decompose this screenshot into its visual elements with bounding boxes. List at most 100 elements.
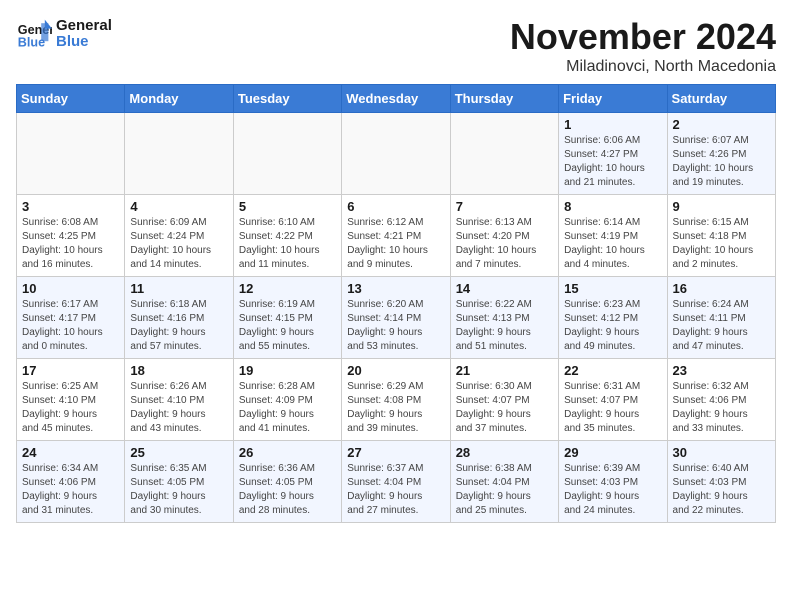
weekday-header-wednesday: Wednesday [342, 85, 450, 113]
day-info: Sunrise: 6:06 AM Sunset: 4:27 PM Dayligh… [564, 134, 661, 190]
calendar-cell: 16Sunrise: 6:24 AM Sunset: 4:11 PM Dayli… [667, 277, 775, 359]
day-info: Sunrise: 6:25 AM Sunset: 4:10 PM Dayligh… [22, 380, 119, 436]
logo-line1: General [56, 18, 112, 35]
day-info: Sunrise: 6:32 AM Sunset: 4:06 PM Dayligh… [673, 380, 770, 436]
calendar-cell: 2Sunrise: 6:07 AM Sunset: 4:26 PM Daylig… [667, 113, 775, 195]
month-title: November 2024 [510, 16, 776, 58]
day-number: 26 [239, 445, 336, 460]
calendar-cell: 8 Sunrise: 6:14 AM Sunset: 4:19 PM Daylig… [559, 195, 667, 277]
day-number: 11 [130, 281, 227, 296]
weekday-header-monday: Monday [125, 85, 233, 113]
calendar-cell: 10 Sunrise: 6:17 AM Sunset: 4:17 PM Dayli… [17, 277, 125, 359]
calendar-cell: 23 Sunrise: 6:32 AM Sunset: 4:06 PM Dayli… [667, 359, 775, 441]
day-info: Sunrise: 6:18 AM Sunset: 4:16 PM Dayligh… [130, 298, 227, 354]
location-title: Miladinovci, North Macedonia [510, 58, 776, 76]
day-number: 24 [22, 445, 119, 460]
day-info: Sunrise: 6:30 AM Sunset: 4:07 PM Dayligh… [456, 380, 553, 436]
day-number: 1 [564, 117, 661, 132]
day-number: 17 [22, 363, 119, 378]
calendar-cell: 11 Sunrise: 6:18 AM Sunset: 4:16 PM Dayli… [125, 277, 233, 359]
day-number: 22 [564, 363, 661, 378]
day-info: Sunrise: 6:28 AM Sunset: 4:09 PM Dayligh… [239, 380, 336, 436]
weekday-header-sunday: Sunday [17, 85, 125, 113]
day-info: Sunrise: 6:31 AM Sunset: 4:07 PM Dayligh… [564, 380, 661, 436]
day-info: Sunrise: 6:40 AM Sunset: 4:03 PM Dayligh… [673, 462, 770, 518]
weekday-header-saturday: Saturday [667, 85, 775, 113]
day-number: 15 [564, 281, 661, 296]
calendar-cell: 21 Sunrise: 6:30 AM Sunset: 4:07 PM Dayli… [450, 359, 558, 441]
day-number: 29 [564, 445, 661, 460]
week-row-3: 10 Sunrise: 6:17 AM Sunset: 4:17 PM Dayli… [17, 277, 776, 359]
day-number: 28 [456, 445, 553, 460]
day-info: Sunrise: 6:19 AM Sunset: 4:15 PM Dayligh… [239, 298, 336, 354]
calendar-cell: 1 Sunrise: 6:06 AM Sunset: 4:27 PM Daylig… [559, 113, 667, 195]
calendar-cell: 25Sunrise: 6:35 AM Sunset: 4:05 PM Dayli… [125, 441, 233, 523]
calendar-cell: 20Sunrise: 6:29 AM Sunset: 4:08 PM Dayli… [342, 359, 450, 441]
day-info: Sunrise: 6:08 AM Sunset: 4:25 PM Dayligh… [22, 216, 119, 272]
day-number: 23 [673, 363, 770, 378]
day-number: 14 [456, 281, 553, 296]
weekday-header-thursday: Thursday [450, 85, 558, 113]
calendar-cell: 19Sunrise: 6:28 AM Sunset: 4:09 PM Dayli… [233, 359, 341, 441]
day-number: 8 [564, 199, 661, 214]
calendar-cell: 15Sunrise: 6:23 AM Sunset: 4:12 PM Dayli… [559, 277, 667, 359]
logo-line2: Blue [56, 34, 112, 51]
day-info: Sunrise: 6:38 AM Sunset: 4:04 PM Dayligh… [456, 462, 553, 518]
day-number: 3 [22, 199, 119, 214]
day-info: Sunrise: 6:13 AM Sunset: 4:20 PM Dayligh… [456, 216, 553, 272]
day-number: 30 [673, 445, 770, 460]
weekday-header-tuesday: Tuesday [233, 85, 341, 113]
day-info: Sunrise: 6:39 AM Sunset: 4:03 PM Dayligh… [564, 462, 661, 518]
day-info: Sunrise: 6:12 AM Sunset: 4:21 PM Dayligh… [347, 216, 444, 272]
day-number: 18 [130, 363, 227, 378]
weekday-header-friday: Friday [559, 85, 667, 113]
calendar-cell [342, 113, 450, 195]
day-number: 12 [239, 281, 336, 296]
day-info: Sunrise: 6:29 AM Sunset: 4:08 PM Dayligh… [347, 380, 444, 436]
day-number: 9 [673, 199, 770, 214]
day-number: 7 [456, 199, 553, 214]
calendar-cell: 24Sunrise: 6:34 AM Sunset: 4:06 PM Dayli… [17, 441, 125, 523]
weekday-header-row: SundayMondayTuesdayWednesdayThursdayFrid… [17, 85, 776, 113]
day-info: Sunrise: 6:17 AM Sunset: 4:17 PM Dayligh… [22, 298, 119, 354]
calendar-cell: 4Sunrise: 6:09 AM Sunset: 4:24 PM Daylig… [125, 195, 233, 277]
day-info: Sunrise: 6:07 AM Sunset: 4:26 PM Dayligh… [673, 134, 770, 190]
calendar-cell: 5 Sunrise: 6:10 AM Sunset: 4:22 PM Daylig… [233, 195, 341, 277]
svg-text:Blue: Blue [18, 36, 45, 50]
calendar-table: SundayMondayTuesdayWednesdayThursdayFrid… [16, 84, 776, 523]
day-number: 21 [456, 363, 553, 378]
day-info: Sunrise: 6:14 AM Sunset: 4:19 PM Dayligh… [564, 216, 661, 272]
calendar-cell [125, 113, 233, 195]
calendar-cell: 3 Sunrise: 6:08 AM Sunset: 4:25 PM Daylig… [17, 195, 125, 277]
day-info: Sunrise: 6:22 AM Sunset: 4:13 PM Dayligh… [456, 298, 553, 354]
day-info: Sunrise: 6:09 AM Sunset: 4:24 PM Dayligh… [130, 216, 227, 272]
day-info: Sunrise: 6:35 AM Sunset: 4:05 PM Dayligh… [130, 462, 227, 518]
calendar-cell: 7 Sunrise: 6:13 AM Sunset: 4:20 PM Daylig… [450, 195, 558, 277]
calendar-cell: 22 Sunrise: 6:31 AM Sunset: 4:07 PM Dayli… [559, 359, 667, 441]
day-info: Sunrise: 6:15 AM Sunset: 4:18 PM Dayligh… [673, 216, 770, 272]
day-number: 13 [347, 281, 444, 296]
calendar-cell [17, 113, 125, 195]
week-row-2: 3 Sunrise: 6:08 AM Sunset: 4:25 PM Daylig… [17, 195, 776, 277]
calendar-cell: 13Sunrise: 6:20 AM Sunset: 4:14 PM Dayli… [342, 277, 450, 359]
calendar-cell [450, 113, 558, 195]
week-row-4: 17 Sunrise: 6:25 AM Sunset: 4:10 PM Dayli… [17, 359, 776, 441]
calendar-body: 1 Sunrise: 6:06 AM Sunset: 4:27 PM Daylig… [17, 113, 776, 523]
calendar-header: SundayMondayTuesdayWednesdayThursdayFrid… [17, 85, 776, 113]
day-number: 10 [22, 281, 119, 296]
title-area: November 2024 Miladinovci, North Macedon… [510, 16, 776, 76]
calendar-cell: 18 Sunrise: 6:26 AM Sunset: 4:10 PM Dayli… [125, 359, 233, 441]
day-number: 5 [239, 199, 336, 214]
day-info: Sunrise: 6:10 AM Sunset: 4:22 PM Dayligh… [239, 216, 336, 272]
day-number: 27 [347, 445, 444, 460]
day-info: Sunrise: 6:26 AM Sunset: 4:10 PM Dayligh… [130, 380, 227, 436]
logo: General Blue General Blue [16, 16, 112, 52]
calendar-cell: 12 Sunrise: 6:19 AM Sunset: 4:15 PM Dayli… [233, 277, 341, 359]
calendar-cell: 26Sunrise: 6:36 AM Sunset: 4:05 PM Dayli… [233, 441, 341, 523]
day-number: 6 [347, 199, 444, 214]
calendar-cell: 29 Sunrise: 6:39 AM Sunset: 4:03 PM Dayli… [559, 441, 667, 523]
week-row-1: 1 Sunrise: 6:06 AM Sunset: 4:27 PM Daylig… [17, 113, 776, 195]
week-row-5: 24Sunrise: 6:34 AM Sunset: 4:06 PM Dayli… [17, 441, 776, 523]
calendar-cell: 6 Sunrise: 6:12 AM Sunset: 4:21 PM Daylig… [342, 195, 450, 277]
calendar-cell: 27Sunrise: 6:37 AM Sunset: 4:04 PM Dayli… [342, 441, 450, 523]
